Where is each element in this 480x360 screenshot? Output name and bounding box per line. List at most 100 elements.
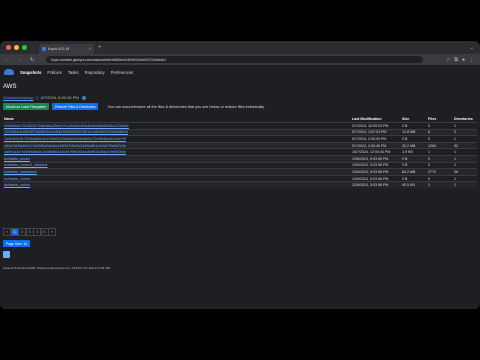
cell-directories: 1: [453, 148, 477, 156]
cell-size: 40.5 KB: [401, 181, 427, 188]
cell-size: 12.8 MB: [401, 128, 427, 136]
table-header-row: Name Last Modification Size Files Direct…: [3, 115, 477, 123]
cell-last-modification: 5/7/2024, 2:00:00 PM: [351, 135, 401, 143]
address-toolbar: ← → ↻ kopia.homelab.gephyra.com/snapshot…: [0, 54, 480, 65]
column-directories[interactable]: Directories: [453, 115, 477, 123]
cell-files: 0: [427, 154, 453, 163]
minimize-window-button[interactable]: [14, 45, 19, 50]
close-window-button[interactable]: [6, 45, 11, 50]
kopia-logo-icon[interactable]: [4, 69, 14, 75]
cell-directories: 1: [453, 122, 477, 130]
address-bar[interactable]: kopia.homelab.gephyra.com/snapshots/dir/…: [46, 56, 424, 63]
cell-size: 84.2 MB: [401, 168, 427, 176]
cell-size: 0 B: [401, 135, 427, 143]
cell-last-modification: 5/7/2024, 1:57:04 PM: [351, 128, 401, 136]
pagination: «1 2 3 4 5»: [3, 228, 56, 236]
browser-tab[interactable]: Kopia UI 0.15 ×: [39, 44, 94, 54]
table-row: b3fa00b6c701860527b8e3a6c25e5e7ec18c8a14…: [3, 122, 477, 130]
cell-last-modification: 12/6/2024, 5:03:56 PM: [351, 181, 401, 188]
page-size-dropdown[interactable]: Page Size: 10: [3, 240, 31, 247]
column-files[interactable]: Files: [427, 115, 453, 123]
nav-policies[interactable]: Policies: [47, 70, 61, 75]
cell-files: 1: [427, 148, 453, 156]
cell-files: 1: [427, 181, 453, 188]
extensions-icon[interactable]: ⧉: [454, 57, 458, 63]
cell-last-modification: 12/6/2024, 5:03:56 PM: [351, 168, 401, 176]
browser-window: Kopia UI 0.15 × + ⌄ ← → ↻ kopia.homelab.…: [0, 41, 480, 309]
table-row: 1f2c9d0e41b8c3f97a6d5e2b0c18f4a7d93e6b52…: [3, 128, 477, 136]
cell-size: 32.2 MB: [401, 141, 427, 149]
table-row: buildsets_databases 12/6/2024, 5:03:56 PM…: [3, 168, 477, 176]
tab-list-chevron-icon[interactable]: ⌄: [470, 45, 474, 51]
cell-directories: 36: [453, 168, 477, 176]
cell-files: 1264: [427, 141, 453, 149]
profile-icon[interactable]: ●: [462, 57, 465, 63]
cell-directories: 92: [453, 141, 477, 149]
table-row: 7a3e4b0c917f2d6a8b5c3e1f04d92a7b6c8e3f1d…: [3, 135, 477, 143]
back-arrow-icon[interactable]: ←: [4, 57, 9, 63]
cell-name[interactable]: buildsets_nodes: [3, 181, 351, 188]
cell-files: 0: [427, 174, 453, 182]
table-row: buildsets_nodes 12/6/2024, 5:03:56 PM 40.5…: [3, 181, 477, 188]
close-tab-icon[interactable]: ×: [89, 47, 91, 51]
version-footer: kopia-v0.15.0-build-e44c5f8 - kopia.home…: [3, 267, 111, 270]
column-size[interactable]: Size: [401, 115, 427, 123]
new-tab-button[interactable]: +: [98, 45, 102, 51]
tab-title: Kopia UI 0.15: [48, 47, 70, 51]
app-navbar: Snapshots Policies Tasks Repository Pref…: [4, 69, 133, 75]
cell-name[interactable]: 1f2c9d0e41b8c3f97a6d5e2b0c18f4a7d93e6b52…: [3, 128, 351, 136]
nav-snapshots[interactable]: Snapshots: [20, 70, 41, 75]
menu-kebab-icon[interactable]: ⋮: [469, 57, 474, 63]
page-title: AWS: [3, 84, 17, 90]
info-icon: [81, 95, 86, 100]
cell-files: 2770: [427, 168, 453, 176]
cell-directories: 2: [453, 128, 477, 136]
reload-icon[interactable]: ↻: [30, 57, 34, 63]
cell-name[interactable]: b3fa00b6c701860527b8e3a6c25e5e7ec18c8a14…: [3, 122, 351, 130]
cell-files: 0: [427, 122, 453, 130]
maximize-window-button[interactable]: [22, 45, 27, 50]
breadcrumb: /Volumes/backup | 4/7/2024, 8:00:42 PM: [3, 95, 86, 100]
column-last-modification[interactable]: Last Modification: [351, 115, 401, 123]
cell-last-modification: 5/7/2024, 2:00:46 PM: [351, 141, 401, 149]
breadcrumb-timestamp: 4/7/2024, 8:00:42 PM: [40, 95, 79, 100]
column-name[interactable]: Name: [3, 115, 351, 123]
nav-repository[interactable]: Repository: [85, 70, 105, 75]
cell-name[interactable]: buildsets_databases: [3, 168, 351, 176]
cell-last-modification: 12/6/2024, 5:03:56 PM: [351, 161, 401, 169]
restore-files-button[interactable]: Restore Files & Directories: [52, 103, 99, 110]
cell-directories: 1: [453, 154, 477, 163]
bookmark-star-icon[interactable]: ☆: [446, 57, 450, 63]
cell-last-modification: 12/6/2024, 5:03:56 PM: [351, 154, 401, 163]
cell-name[interactable]: 5d9e1a3c7b2f4e6d8a0c2e4f6b8d1a3c5e7f9b0d…: [3, 148, 351, 156]
mount-filesystem-button[interactable]: Mount as Local Filesystem: [3, 103, 50, 110]
directory-table: Name Last Modification Size Files Direct…: [3, 115, 477, 188]
cell-name[interactable]: buildsets_sector: [3, 154, 351, 163]
title-bar: Kopia UI 0.15 × + ⌄: [0, 41, 480, 54]
cell-directories: 1: [453, 174, 477, 182]
nav-tasks[interactable]: Tasks: [68, 70, 79, 75]
table-row: c84e2d1f6a9b3c7e5d0f8a2b4c6e1d3f9a7b5c0e…: [3, 141, 477, 149]
cell-directories: 1: [453, 135, 477, 143]
nav-preferences[interactable]: Preferences: [111, 70, 134, 75]
cell-name[interactable]: buildsets_cluster: [3, 174, 351, 182]
page-next-button[interactable]: »: [48, 228, 56, 236]
cell-files: 0: [427, 135, 453, 143]
cell-files: 6: [427, 128, 453, 136]
page-content: Snapshots Policies Tasks Repository Pref…: [0, 65, 480, 309]
cell-size: 0 B: [401, 161, 427, 169]
cell-size: 0 B: [401, 154, 427, 163]
breadcrumb-parent-link[interactable]: /Volumes/backup: [3, 95, 33, 100]
scroll-to-top-button[interactable]: [3, 251, 10, 258]
cell-name[interactable]: c84e2d1f6a9b3c7e5d0f8a2b4c6e1d3f9a7b5c0e…: [3, 141, 351, 149]
toolbar-icons: ☆ ⧉ ● ⋮: [446, 57, 474, 63]
forward-arrow-icon[interactable]: →: [17, 57, 22, 63]
restore-hint: You can mount/restore all the files & di…: [107, 104, 265, 109]
cell-name[interactable]: 7a3e4b0c917f2d6a8b5c3e1f04d92a7b6c8e3f1d…: [3, 135, 351, 143]
breadcrumb-separator: |: [36, 95, 38, 100]
table-row: buildsets_cluster 12/6/2024, 5:03:56 PM 0 …: [3, 174, 477, 182]
url-text: kopia.homelab.gephyra.com/snapshots/dir/…: [51, 57, 167, 62]
cell-last-modification: 16/7/2024, 12:00:44 PM: [351, 148, 401, 156]
cell-name[interactable]: buildsets_content_datasets: [3, 161, 351, 169]
cell-last-modification: 2/7/2024, 10:09:03 PM: [351, 122, 401, 130]
